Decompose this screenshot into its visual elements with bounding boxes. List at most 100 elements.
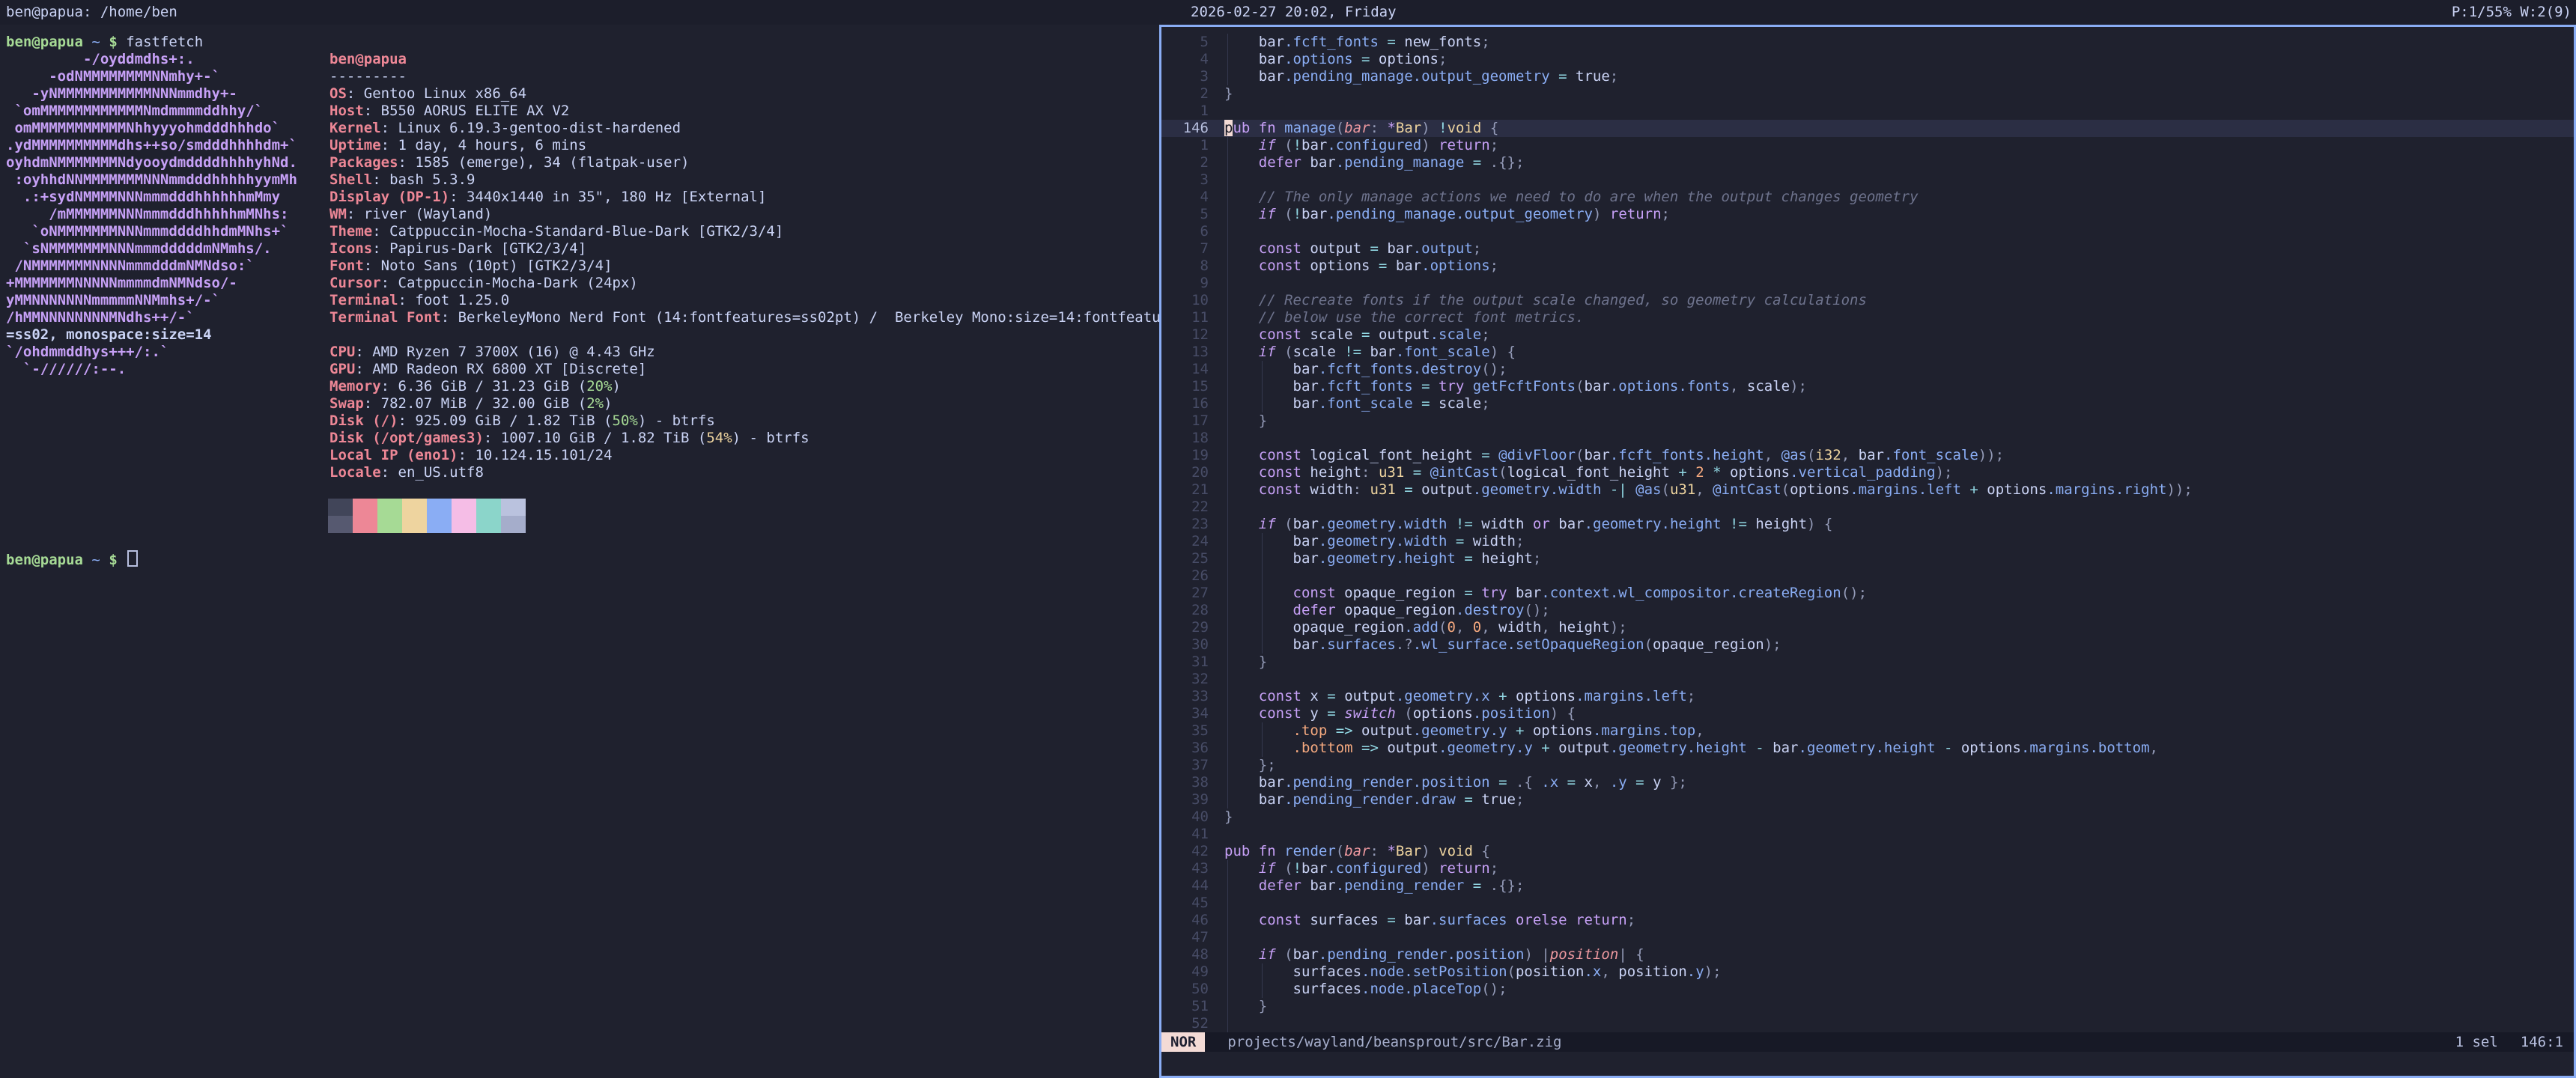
code-line[interactable]: 42pub fn render(bar: *Bar) void {: [1161, 843, 2574, 860]
code-line[interactable]: 39 bar.pending_render.draw = true;: [1161, 791, 2574, 808]
text-segment: [83, 552, 91, 568]
code-line[interactable]: 48 if (bar.pending_render.position) |pos…: [1161, 946, 2574, 963]
code-line[interactable]: 26: [1161, 567, 2574, 585]
code-line[interactable]: 1: [1161, 103, 2574, 120]
code-line[interactable]: 11 // below use the correct font metrics…: [1161, 309, 2574, 326]
text-segment: .scale: [1430, 326, 1482, 343]
code-line[interactable]: 3 bar.pending_manage.output_geometry = t…: [1161, 68, 2574, 85]
text-segment: Local IP (eno1): [329, 447, 458, 463]
code-line[interactable]: 37 };: [1161, 757, 2574, 774]
code-line[interactable]: 146pub fn manage(bar: *Bar) !void {: [1161, 120, 2574, 137]
text-segment: ;: [1516, 533, 1524, 549]
code-line[interactable]: 33 const x = output.geometry.x + options…: [1161, 688, 2574, 705]
text-segment: [1430, 860, 1439, 877]
code-line[interactable]: 29 opaque_region.add(0, 0, width, height…: [1161, 619, 2574, 636]
code-line[interactable]: 19 const logical_font_height = @divFloor…: [1161, 447, 2574, 464]
code-line[interactable]: 28 defer opaque_region.destroy();: [1161, 602, 2574, 619]
text-segment: :: [355, 344, 372, 360]
code-line[interactable]: 2}: [1161, 85, 2574, 103]
desktop: ben@papua: /home/ben 2026-02-27 20:02, F…: [0, 0, 2576, 1078]
text-segment: =: [1447, 533, 1472, 549]
code-line[interactable]: 2 defer bar.pending_manage = .{};: [1161, 154, 2574, 171]
text-segment: :: [372, 223, 389, 240]
code-line[interactable]: 32: [1161, 671, 2574, 688]
code-line[interactable]: 21 const width: u31 = output.geometry.wi…: [1161, 481, 2574, 499]
text-segment: =: [1464, 877, 1489, 894]
code-line[interactable]: 45: [1161, 895, 2574, 912]
text-segment: =: [1473, 447, 1498, 463]
line-number: 28: [1161, 602, 1209, 619]
code-line[interactable]: 5 if (!bar.pending_manage.output_geometr…: [1161, 206, 2574, 223]
code-line[interactable]: 52: [1161, 1015, 2574, 1032]
fastfetch-info-row: Locale: en_US.utf8: [329, 464, 484, 481]
terminal-window-fastfetch[interactable]: ben@papua ~ $ fastfetch -/oyddmdhs+:. -o…: [0, 25, 1159, 1078]
code-line[interactable]: 41: [1161, 826, 2574, 843]
code-line[interactable]: 23 if (bar.geometry.width != width or ba…: [1161, 516, 2574, 533]
code-line[interactable]: 34 const y = switch (options.position) {: [1161, 705, 2574, 722]
code-line[interactable]: 15 bar.fcft_fonts = try getFcftFonts(bar…: [1161, 378, 2574, 395]
code-line[interactable]: 43 if (!bar.configured) return;: [1161, 860, 2574, 877]
code-line[interactable]: 3: [1161, 171, 2574, 189]
code-line[interactable]: 5 bar.fcft_fonts = new_fonts;: [1161, 34, 2574, 51]
code-line[interactable]: 12 const scale = output.scale;: [1161, 326, 2574, 344]
text-segment: bar: [1387, 240, 1412, 257]
code-line[interactable]: 4 bar.options = options;: [1161, 51, 2574, 68]
code-line[interactable]: 4 // The only manage actions we need to …: [1161, 189, 2574, 206]
code-line[interactable]: 17 }: [1161, 412, 2574, 430]
text-segment: .fcft_fonts: [1284, 34, 1379, 50]
indent-guide: [1227, 412, 1228, 430]
code-line[interactable]: 18: [1161, 430, 2574, 447]
code-line[interactable]: 22: [1161, 499, 2574, 516]
code-line[interactable]: 47: [1161, 929, 2574, 946]
text-segment: .x: [1541, 774, 1558, 791]
text-segment: Theme: [329, 223, 372, 240]
code-line[interactable]: 38 bar.pending_render.position = .{ .x =…: [1161, 774, 2574, 791]
code-line[interactable]: 6: [1161, 223, 2574, 240]
line-number: 47: [1161, 929, 1209, 946]
code-line[interactable]: 27 const opaque_region = try bar.context…: [1161, 585, 2574, 602]
code-line[interactable]: 14 bar.fcft_fonts.destroy();: [1161, 361, 2574, 378]
code-line[interactable]: 40}: [1161, 808, 2574, 826]
code-line[interactable]: 7 const output = bar.output;: [1161, 240, 2574, 258]
text-segment: ,: [1541, 619, 1558, 636]
text-segment: ) {: [1550, 705, 1576, 722]
code-text: }: [1224, 412, 1267, 430]
code-line[interactable]: 36 .bottom => output.geometry.y + output…: [1161, 740, 2574, 757]
code-line[interactable]: 50 surfaces.node.placeTop();: [1161, 981, 2574, 998]
code-line[interactable]: 20 const height: u31 = @intCast(logical_…: [1161, 464, 2574, 481]
text-segment: ,: [1730, 378, 1747, 395]
text-segment: if: [1259, 860, 1276, 877]
indent-guide: [1227, 481, 1228, 499]
top-status-bar: ben@papua: /home/ben 2026-02-27 20:02, F…: [0, 0, 2576, 25]
code-line[interactable]: 16 bar.font_scale = scale;: [1161, 395, 2574, 412]
text-segment: bar: [1344, 120, 1370, 136]
code-line[interactable]: 25 bar.geometry.height = height;: [1161, 550, 2574, 567]
code-line[interactable]: 8 const options = bar.options;: [1161, 258, 2574, 275]
indent-guide: [1262, 619, 1263, 636]
code-text: bar.pending_render.position = .{ .x = x,…: [1224, 774, 1687, 791]
code-line[interactable]: 51 }: [1161, 998, 2574, 1015]
code-line[interactable]: 13 if (scale != bar.font_scale) {: [1161, 344, 2574, 361]
editor-window-helix[interactable]: 5 bar.fcft_fonts = new_fonts;4 bar.optio…: [1159, 25, 2576, 1078]
code-line[interactable]: 1 if (!bar.configured) return;: [1161, 137, 2574, 154]
text-segment: $: [109, 34, 117, 50]
code-line[interactable]: 31 }: [1161, 654, 2574, 671]
code-line[interactable]: 35 .top => output.geometry.y + options.m…: [1161, 722, 2574, 740]
text-segment: [1224, 481, 1259, 498]
code-line[interactable]: 44 defer bar.pending_render = .{};: [1161, 877, 2574, 895]
code-line[interactable]: 30 bar.surfaces.?.wl_surface.setOpaqueRe…: [1161, 636, 2574, 654]
code-line[interactable]: 46 const surfaces = bar.surfaces orelse …: [1161, 912, 2574, 929]
shell-prompt-current[interactable]: ben@papua ~ $: [6, 550, 138, 567]
code-line[interactable]: 10 // Recreate fonts if the output scale…: [1161, 292, 2574, 309]
indent-guide: [1227, 447, 1228, 464]
text-segment: surfaces: [1301, 912, 1379, 928]
code-line[interactable]: 24 bar.geometry.width = width;: [1161, 533, 2574, 550]
text-segment: opaque_region: [1224, 619, 1404, 636]
code-area[interactable]: 5 bar.fcft_fonts = new_fonts;4 bar.optio…: [1161, 34, 2574, 1032]
code-line[interactable]: 9: [1161, 275, 2574, 292]
text-segment: );: [1936, 464, 1953, 481]
text-segment: @as: [1635, 481, 1661, 498]
code-line[interactable]: 49 surfaces.node.setPosition(position.x,…: [1161, 963, 2574, 981]
line-number: 21: [1161, 481, 1209, 499]
text-segment: Terminal Font: [329, 309, 441, 326]
